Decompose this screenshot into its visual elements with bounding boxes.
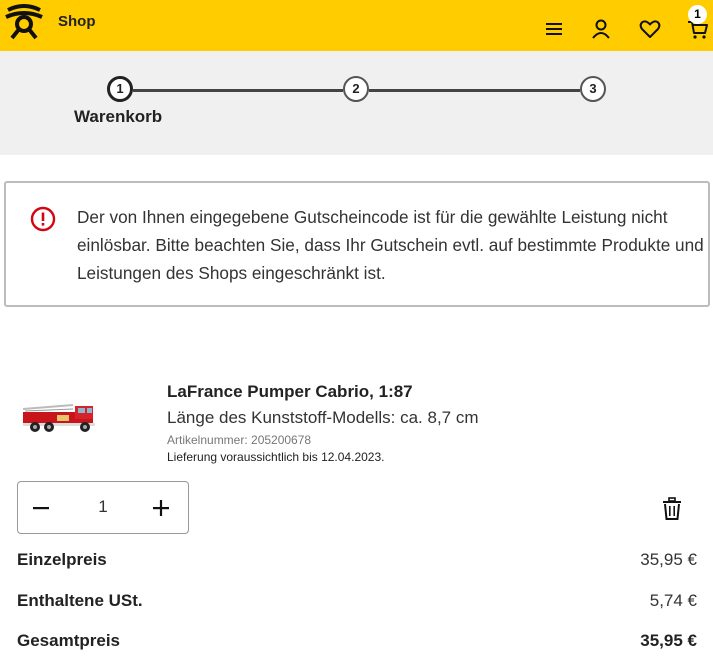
shop-label[interactable]: Shop: [58, 13, 96, 30]
product-image[interactable]: [17, 398, 107, 438]
alert-message: Der von Ihnen eingegebene Gutscheincode …: [77, 207, 704, 283]
plus-icon[interactable]: [148, 495, 174, 521]
vat-label: Enthaltene USt.: [17, 591, 143, 610]
header-bar: Shop 1: [0, 0, 713, 51]
vat-row: Enthaltene USt. 5,74 €: [17, 591, 697, 615]
voucher-error-alert: Der von Ihnen eingegebene Gutscheincode …: [4, 181, 710, 307]
step-connector: [133, 89, 343, 92]
total-price-label: Gesamtpreis: [17, 631, 120, 650]
unit-price-value: 35,95 €: [640, 550, 697, 569]
quantity-value[interactable]: 1: [78, 497, 128, 517]
menu-icon[interactable]: [543, 18, 565, 40]
account-icon[interactable]: [590, 18, 612, 40]
step-2: 2: [343, 76, 369, 102]
checkout-stepper: 1 2 3 Warenkorb: [0, 51, 713, 155]
step-1: 1: [107, 76, 133, 102]
article-number: Artikelnummer: 205200678: [167, 433, 312, 447]
step-connector: [369, 89, 580, 92]
total-price-row: Gesamtpreis 35,95 €: [17, 631, 697, 655]
post-horn-logo-icon[interactable]: [4, 4, 44, 40]
unit-price-row: Einzelpreis 35,95 €: [17, 550, 697, 574]
heart-icon[interactable]: [639, 18, 661, 40]
error-icon: [30, 206, 56, 232]
delivery-estimate: Lieferung voraussichtlich bis 12.04.2023…: [167, 450, 385, 464]
product-title[interactable]: LaFrance Pumper Cabrio, 1:87: [167, 382, 413, 402]
step-3: 3: [580, 76, 606, 102]
trash-icon[interactable]: [661, 497, 683, 521]
quantity-stepper: 1: [17, 481, 189, 534]
cart-count-badge: 1: [688, 5, 707, 24]
unit-price-label: Einzelpreis: [17, 550, 107, 569]
minus-icon[interactable]: [28, 495, 54, 521]
vat-value: 5,74 €: [649, 591, 697, 610]
total-price-value: 35,95 €: [640, 631, 697, 650]
step-label-cart: Warenkorb: [74, 107, 163, 126]
product-subtitle: Länge des Kunststoff-Modells: ca. 8,7 cm: [167, 408, 479, 427]
